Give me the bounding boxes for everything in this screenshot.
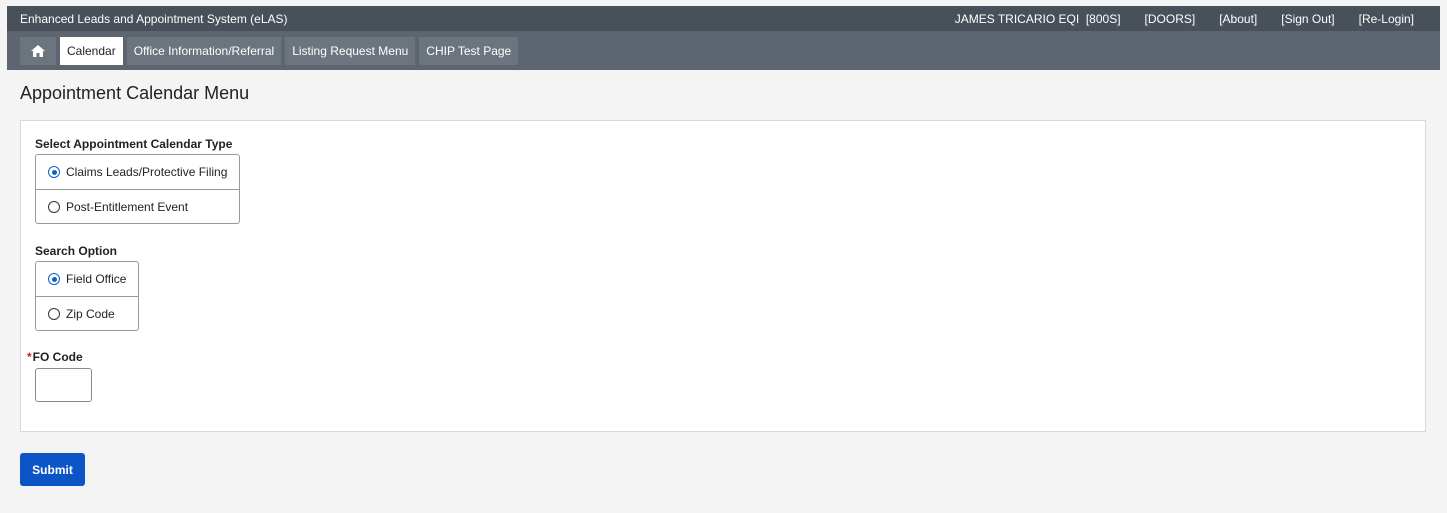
- required-marker: *: [27, 350, 32, 364]
- fo-code-label-text: FO Code: [32, 350, 83, 364]
- calendar-type-radio-group: Claims Leads/Protective Filing Post-Enti…: [35, 154, 241, 224]
- nav-tab-calendar[interactable]: Calendar: [60, 36, 123, 65]
- about-link[interactable]: [About]: [1219, 12, 1257, 26]
- user-links: JAMES TRICARIO EQI [800S] [DOORS] [About…: [955, 12, 1440, 26]
- radio-label: Claims Leads/Protective Filing: [66, 165, 228, 179]
- nav-tab-listing-request[interactable]: Listing Request Menu: [285, 36, 416, 65]
- radio-checked-icon: [48, 273, 60, 285]
- page-title: Appointment Calendar Menu: [20, 83, 250, 103]
- fo-code-input[interactable]: [35, 368, 92, 402]
- nav-tab-chip-test[interactable]: CHIP Test Page: [419, 36, 519, 65]
- main-nav: Calendar Office Information/Referral Lis…: [7, 31, 1440, 70]
- nav-home[interactable]: [20, 36, 56, 65]
- radio-checked-icon: [48, 166, 60, 178]
- doors-link[interactable]: [DOORS]: [1145, 12, 1196, 26]
- search-option-radio-group: Field Office Zip Code: [35, 261, 140, 331]
- home-icon: [31, 44, 45, 57]
- form-panel: Select Appointment Calendar Type Claims …: [20, 120, 1426, 432]
- radio-post-entitlement[interactable]: Post-Entitlement Event: [36, 189, 240, 223]
- fo-code-label: *FO Code: [27, 350, 83, 364]
- radio-claims-leads[interactable]: Claims Leads/Protective Filing: [36, 155, 239, 189]
- submit-button[interactable]: Submit: [20, 453, 85, 486]
- calendar-type-label: Select Appointment Calendar Type: [35, 137, 233, 151]
- radio-label: Post-Entitlement Event: [66, 199, 189, 214]
- radio-zip-code[interactable]: Zip Code: [36, 296, 139, 330]
- app-title: Enhanced Leads and Appointment System (e…: [20, 11, 288, 26]
- radio-label: Zip Code: [66, 306, 115, 321]
- user-name: JAMES TRICARIO EQI [800S]: [954, 11, 1121, 26]
- search-option-label: Search Option: [35, 244, 118, 258]
- radio-field-office[interactable]: Field Office: [36, 262, 138, 296]
- re-login-link[interactable]: [Re-Login]: [1359, 12, 1414, 26]
- radio-unchecked-icon: [48, 307, 60, 320]
- nav-tab-office-information[interactable]: Office Information/Referral: [126, 36, 282, 65]
- sign-out-link[interactable]: [Sign Out]: [1281, 12, 1334, 26]
- radio-unchecked-icon: [48, 200, 60, 213]
- title-bar: Enhanced Leads and Appointment System (e…: [7, 6, 1440, 31]
- radio-label: Field Office: [66, 272, 127, 286]
